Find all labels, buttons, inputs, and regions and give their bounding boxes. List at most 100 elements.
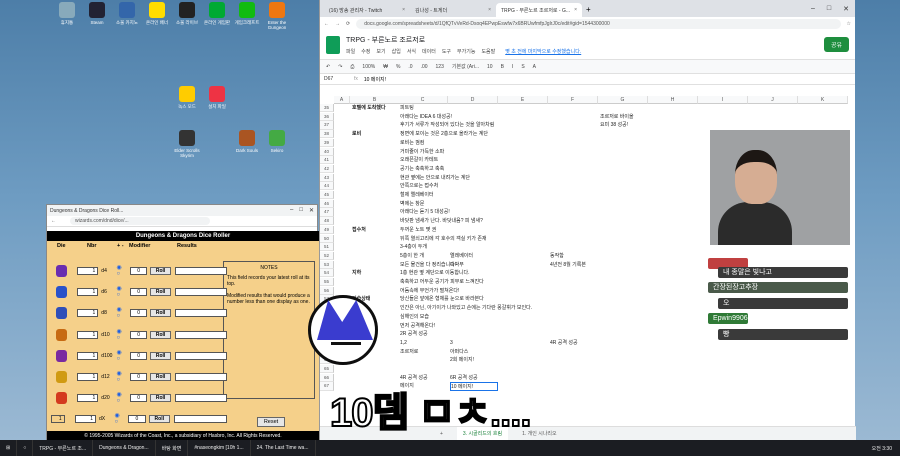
sheet-cell[interactable]: 벽에는 창문 xyxy=(400,200,424,208)
sheet-cell[interactable]: 속박부 xyxy=(450,261,464,269)
sheet-cell[interactable]: 피트팅 xyxy=(400,104,414,112)
sheet-cell[interactable]: 축축하고 어두운 공기가 피부로 느껴진다 xyxy=(400,278,484,286)
close-icon[interactable]: × xyxy=(574,7,577,13)
die-count-input[interactable]: 1 xyxy=(77,267,99,275)
result-field[interactable] xyxy=(175,394,227,403)
toolbar-item[interactable]: .0 xyxy=(408,64,412,70)
sheet-cell[interactable]: 두꺼운 노트 몇 권 xyxy=(400,226,436,234)
dice-url[interactable]: wizards.com/dnd/dice/... xyxy=(70,217,210,225)
roll-button[interactable]: Roll xyxy=(150,373,171,381)
sheet-cell[interactable]: 접수처 xyxy=(352,226,366,234)
result-field[interactable] xyxy=(175,330,227,339)
sheet-cell[interactable]: 아퍼다스 xyxy=(450,348,468,356)
row-header[interactable]: 47 xyxy=(320,208,334,217)
desktop-icon[interactable]: 소울 라이브 xyxy=(172,2,202,25)
sheet-cell[interactable]: 조르저로 xyxy=(400,348,418,356)
toolbar-item[interactable]: B xyxy=(501,64,504,70)
sheet-cell[interactable]: 엘레베이터 xyxy=(450,252,473,260)
plus-minus-radio[interactable]: ◉ ○ xyxy=(117,307,125,319)
search-icon[interactable]: ○ xyxy=(17,440,34,456)
column-header[interactable]: I xyxy=(698,96,748,104)
toolbar-item[interactable]: 123 xyxy=(436,64,444,70)
sheet-cell[interactable]: 요미 38 성공! xyxy=(600,121,628,129)
result-field[interactable] xyxy=(175,373,227,381)
dice-address-bar[interactable]: ← wizards.com/dnd/dice/... xyxy=(47,216,317,227)
sheet-cell[interactable]: 심해인의 모습 xyxy=(400,313,429,321)
row-header[interactable]: 56 xyxy=(320,286,334,295)
toolbar-item[interactable]: ₩ xyxy=(383,64,388,70)
sheet-cell[interactable]: 거미줄이 가득한 소파 xyxy=(400,148,444,156)
sheet-cell[interactable]: 정면에 보이는 것은 2층으로 올라가는 계단 xyxy=(400,130,488,138)
sheet-cell[interactable]: 당신들은 앞에온 형체를 눈으로 바라본다 xyxy=(400,295,484,303)
toolbar-item[interactable]: 100% xyxy=(362,64,375,70)
roll-button[interactable]: Roll xyxy=(150,351,171,360)
row-header[interactable]: 35 xyxy=(320,104,334,113)
desktop-icon[interactable]: 온라인 게임판 xyxy=(202,2,232,25)
sheet-cell[interactable]: 3 xyxy=(450,339,453,347)
sheet-cell[interactable]: 1층 현관 옆 계단으로 이동합니다. xyxy=(400,269,470,277)
sheet-cell[interactable]: 철제 엘레베이터 xyxy=(400,191,434,199)
sheet-cell[interactable]: 4R 공격 성공 xyxy=(550,339,578,347)
roll-button[interactable]: Roll xyxy=(150,330,171,339)
desktop-icon[interactable]: 소울 카지노 xyxy=(112,2,142,25)
column-header[interactable]: B xyxy=(350,96,400,104)
sheet-cell[interactable]: 5층이 한 개 xyxy=(400,252,424,260)
tab-tgd[interactable]: 김나성 - 트게더 × xyxy=(410,3,496,17)
die-count-input[interactable]: 1 xyxy=(77,373,99,381)
dice-window-titlebar[interactable]: Dungeons & Dragons Dice Roll... – □ ✕ xyxy=(47,205,317,216)
toolbar-item[interactable]: A xyxy=(533,64,536,70)
modifier-input[interactable]: 0 xyxy=(128,415,146,424)
result-field[interactable] xyxy=(175,309,227,318)
menu-item[interactable]: 삽입 xyxy=(392,48,401,55)
sheet-cell[interactable]: 3-4층이 두개 xyxy=(400,243,427,251)
back-icon[interactable]: ← xyxy=(324,21,329,27)
result-field[interactable] xyxy=(173,415,228,424)
sheet-cell[interactable]: 동작함 xyxy=(550,252,564,260)
sheet-cell[interactable]: 조르저로 바이올 xyxy=(600,113,634,121)
result-field[interactable] xyxy=(175,267,227,275)
sheet-cell[interactable]: 로비는 껌컴 xyxy=(400,139,424,147)
menu-item[interactable]: 서식 xyxy=(407,48,416,55)
desktop-icon[interactable]: 휴지통 xyxy=(52,2,82,25)
row-header[interactable]: 36 xyxy=(320,112,334,121)
new-tab-icon[interactable]: + xyxy=(586,5,591,14)
modifier-input[interactable]: 0 xyxy=(130,330,148,339)
menu-item[interactable]: 도움말 xyxy=(481,48,495,55)
menu-item[interactable]: 보기 xyxy=(376,48,385,55)
plus-minus-radio[interactable]: ◉ ○ xyxy=(117,392,125,404)
sheet-cell[interactable]: 공기는 축축하고 축축 xyxy=(400,165,444,173)
modifier-input[interactable]: 0 xyxy=(130,309,148,318)
sheet-cell[interactable]: 1,2 xyxy=(400,339,407,347)
die-count-input[interactable]: 1 xyxy=(77,330,99,339)
star-icon[interactable]: ☆ xyxy=(847,21,851,27)
tab-twitch[interactable]: (16) 방송 관리자 - Twitch × xyxy=(324,3,410,17)
sheet-cell[interactable]: 로비 xyxy=(352,130,361,138)
sheet-cell[interactable]: 현관 옆에는 안으로 내려가는 계단 xyxy=(400,174,470,182)
menu-item[interactable]: 데이터 xyxy=(422,48,436,55)
column-header[interactable]: C xyxy=(398,96,448,104)
desktop-icon[interactable]: Dark Souls xyxy=(232,130,262,153)
sheet-cell[interactable]: 뒤쪽 열쇠고리에 각 호수의 객실 키가 존재 xyxy=(400,235,487,243)
close-icon[interactable]: ✕ xyxy=(843,5,849,13)
die-count-input[interactable]: 1 xyxy=(77,309,99,318)
modifier-input[interactable]: 0 xyxy=(130,351,148,360)
sheet-cell[interactable]: 어둠속에 무언가가 떨쳐온다! xyxy=(400,287,459,295)
menu-item[interactable]: 부가기능 xyxy=(457,48,475,55)
minimize-icon[interactable]: – xyxy=(290,207,293,214)
row-header[interactable]: 40 xyxy=(320,147,334,156)
desktop-icon[interactable]: Enter the Gungeon xyxy=(262,2,292,30)
modifier-input[interactable]: 0 xyxy=(130,267,148,275)
tab-sheet[interactable]: TRPG - 부른노르 조르저로 - G... × xyxy=(496,3,582,17)
die-count-input[interactable]: 1 xyxy=(77,351,99,360)
sheet-cell[interactable]: 오래픈갈이 카테트 xyxy=(400,156,438,164)
sheet-cell[interactable]: 바닷판 냄새가 난다. 바닷내음? 피 냄새? xyxy=(400,217,483,225)
toolbar-item[interactable]: 기본값 (Ari... xyxy=(452,63,479,70)
row-header[interactable]: 55 xyxy=(320,278,334,287)
row-header[interactable]: 46 xyxy=(320,199,334,208)
reload-icon[interactable]: ⟳ xyxy=(346,21,350,27)
die-count-input[interactable]: 1 xyxy=(74,415,96,424)
row-header[interactable]: 39 xyxy=(320,138,334,147)
column-header[interactable]: F xyxy=(548,96,598,104)
row-header[interactable]: 37 xyxy=(320,121,334,130)
toolbar-item[interactable]: 10 xyxy=(487,64,493,70)
